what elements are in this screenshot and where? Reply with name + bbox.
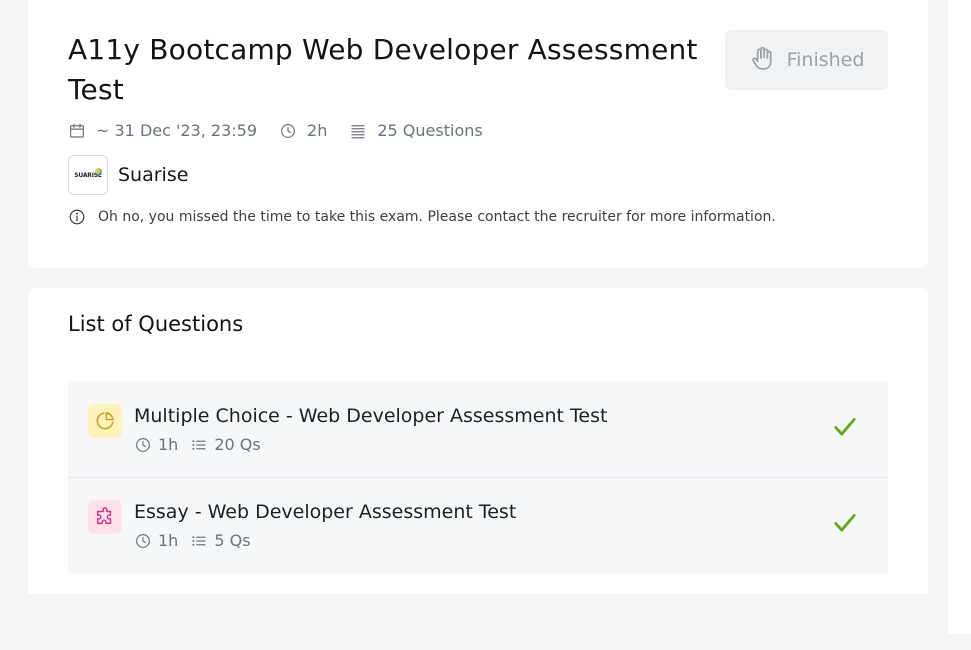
clock-icon [281, 123, 296, 138]
side-panel [948, 0, 971, 634]
clock-icon [136, 437, 150, 452]
question-meta: 1h 5 Qs [134, 531, 263, 550]
info-icon [69, 209, 85, 225]
list-icon [351, 124, 365, 138]
exam-info-card: A11y Bootcamp Web Developer Assessment T… [28, 0, 928, 268]
missed-exam-notice: Oh no, you missed the time to take this … [68, 208, 776, 226]
question-count: 25 Questions [349, 121, 483, 140]
pie-chart-icon [88, 404, 122, 438]
question-list-card: List of Questions Multiple Choice - Web … [28, 288, 928, 594]
list-item[interactable]: Multiple Choice - Web Developer Assessme… [68, 382, 888, 478]
company: SUARISE Suarise [68, 155, 188, 195]
check-icon [834, 514, 856, 532]
duration: 2h [279, 121, 327, 140]
question-title: Multiple Choice - Web Developer Assessme… [134, 405, 608, 427]
deadline: ~ 31 Dec '23, 23:59 [68, 121, 257, 140]
finished-button[interactable]: Finished [725, 30, 888, 90]
check-icon [834, 418, 856, 436]
question-title: Essay - Web Developer Assessment Test [134, 501, 517, 523]
exam-meta: ~ 31 Dec '23, 23:59 2h 25 Questions [68, 121, 505, 140]
list-icon [192, 439, 206, 450]
clock-icon [136, 533, 150, 548]
exam-title: A11y Bootcamp Web Developer Assessment T… [68, 33, 698, 106]
question-meta: 1h 20 Qs [134, 435, 273, 454]
calendar-icon [70, 123, 84, 138]
list-icon [192, 535, 206, 546]
puzzle-icon [88, 500, 122, 534]
logo-mark [95, 168, 102, 175]
list-heading: List of Questions [68, 312, 244, 336]
company-name: Suarise [118, 164, 189, 186]
list-item[interactable]: Essay - Web Developer Assessment Test 1h… [68, 478, 888, 574]
question-list: Multiple Choice - Web Developer Assessme… [68, 382, 888, 574]
company-logo: SUARISE [68, 155, 108, 195]
hand-stop-icon [749, 45, 775, 76]
finished-label: Finished [786, 49, 865, 71]
